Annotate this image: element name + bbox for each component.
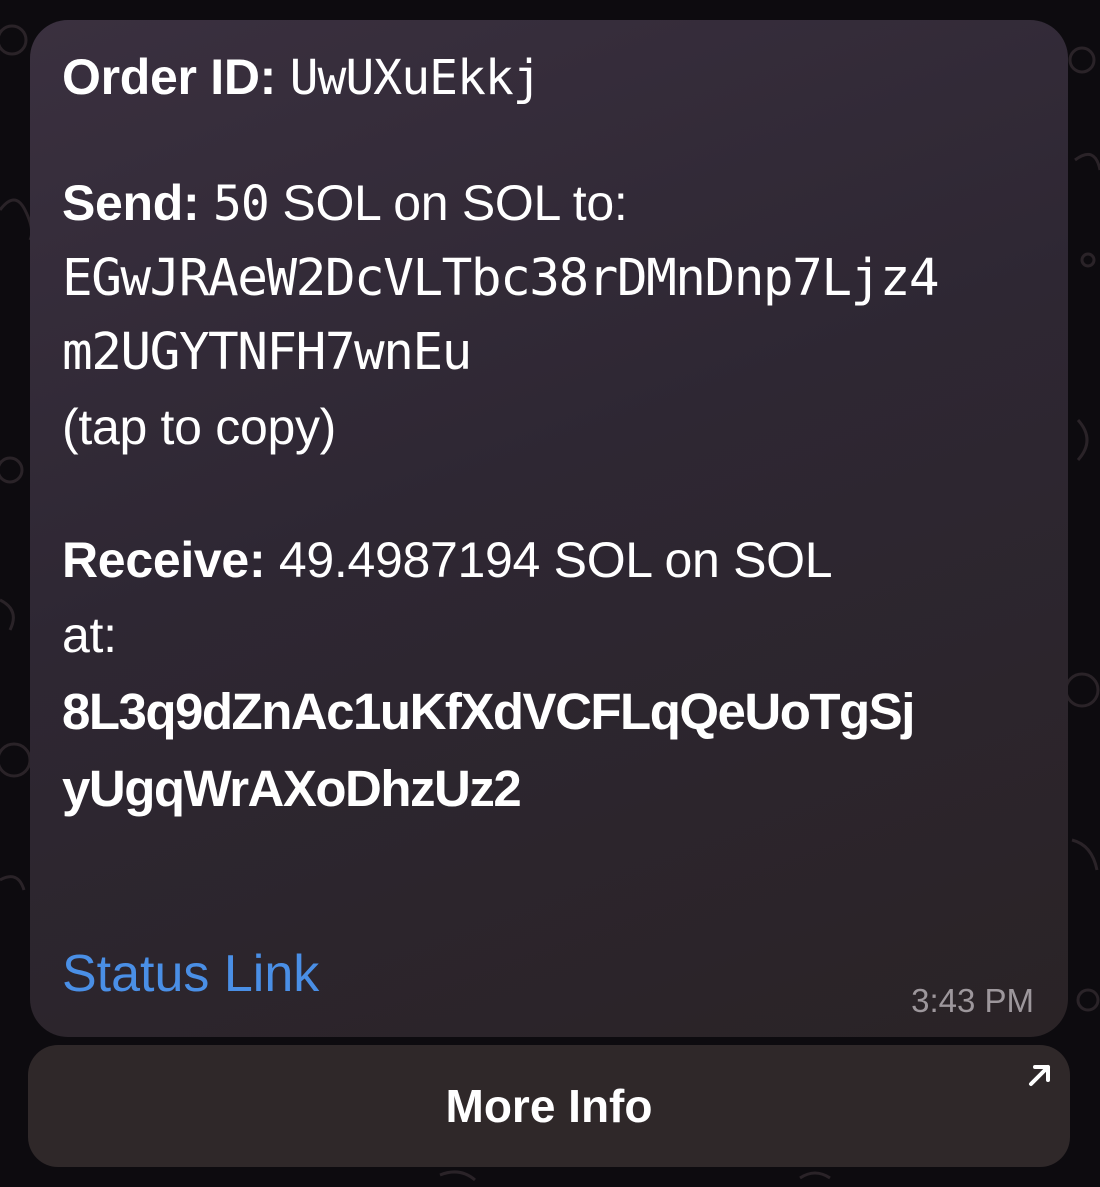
receive-line: Receive: 49.4987194 SOL on SOL	[62, 523, 1036, 598]
order-id-label: Order ID:	[62, 49, 276, 105]
more-info-button[interactable]: More Info	[28, 1045, 1070, 1167]
send-address-line-2[interactable]: m2UGYTNFH7wnEu	[62, 316, 1036, 390]
arrow-up-right-icon	[1029, 1065, 1050, 1086]
message-timestamp: 3:43 PM	[911, 982, 1034, 1019]
receive-address-line-2: yUgqWrAXoDhzUz2	[62, 760, 522, 817]
receive-description: 49.4987194 SOL on SOL	[265, 532, 833, 588]
send-address[interactable]: EGwJRAeW2DcVLTbc38rDMnDnp7Ljz4 m2UGYTNFH…	[62, 242, 1036, 390]
order-id-line: Order ID: UwUXuEkkj	[62, 40, 1036, 116]
receive-address: 8L3q9dZnAc1uKfXdVCFLqQeUoTgSj yUgqWrAXoD…	[62, 673, 1036, 827]
order-message-bubble: Order ID: UwUXuEkkj Send: 50 SOL on SOL …	[30, 20, 1068, 1037]
send-description: SOL on SOL to:	[268, 175, 628, 231]
receive-label: Receive:	[62, 532, 266, 588]
receive-address-line-1: 8L3q9dZnAc1uKfXdVCFLqQeUoTgSj	[62, 683, 915, 740]
receive-at-label: at:	[62, 607, 117, 663]
order-id-value[interactable]: UwUXuEkkj	[290, 50, 542, 106]
send-label: Send:	[62, 175, 200, 231]
tap-to-copy-hint: (tap to copy)	[62, 399, 337, 455]
status-link[interactable]: Status Link	[62, 944, 319, 1004]
send-address-line-1[interactable]: EGwJRAeW2DcVLTbc38rDMnDnp7Ljz4	[62, 242, 1036, 316]
send-amount: 50	[213, 176, 270, 232]
more-info-label: More Info	[445, 1080, 653, 1132]
send-line: Send: 50 SOL on SOL to:	[62, 166, 1036, 242]
